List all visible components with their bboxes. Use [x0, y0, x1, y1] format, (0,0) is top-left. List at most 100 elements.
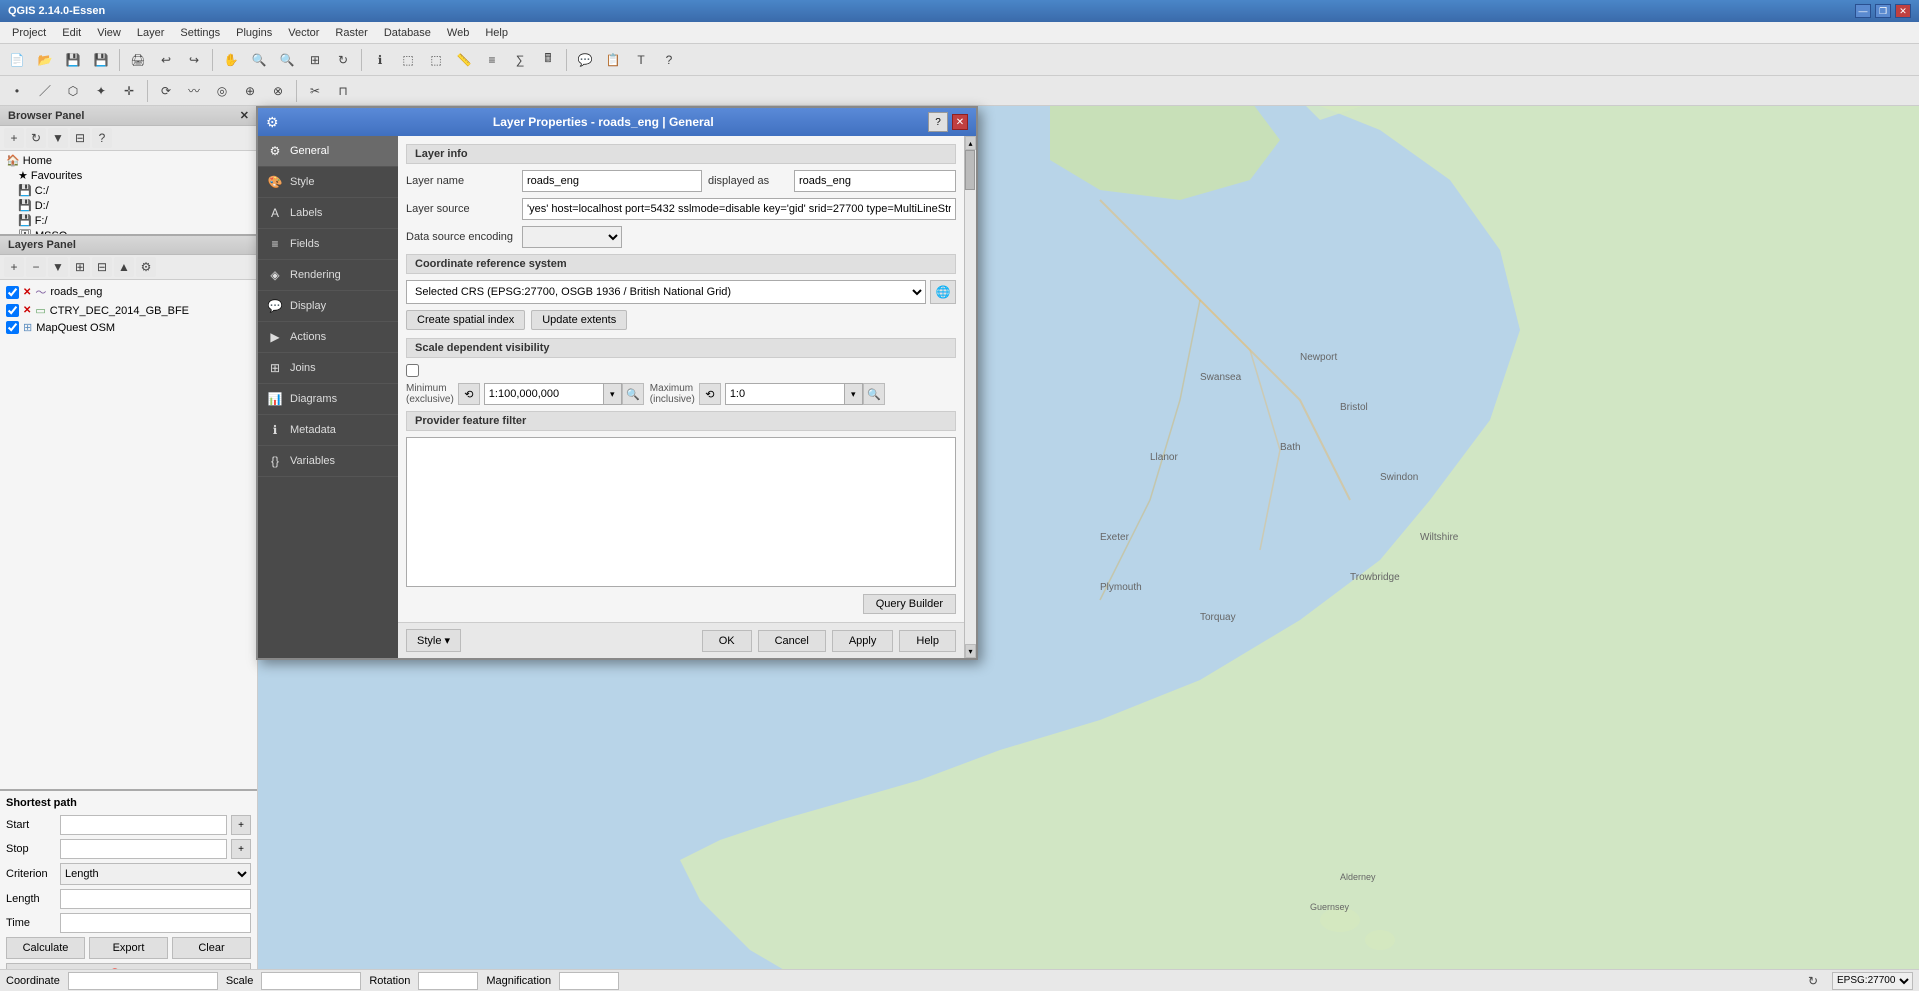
- clear-button[interactable]: Clear: [172, 937, 251, 959]
- rotation-input[interactable]: [418, 972, 478, 990]
- undo-button[interactable]: ↩: [153, 47, 179, 73]
- sidebar-general-item[interactable]: ⚙ General: [258, 136, 398, 167]
- magnification-input[interactable]: [559, 972, 619, 990]
- browser-d-drive-item[interactable]: 💾 D:/: [2, 198, 255, 213]
- provider-filter-textarea[interactable]: [406, 437, 956, 587]
- stop-point-button[interactable]: +: [231, 839, 251, 859]
- browser-help-button[interactable]: ?: [92, 128, 112, 148]
- dialog-close-button[interactable]: ✕: [952, 114, 968, 130]
- browser-mssql-item[interactable]: 🗄 MSSQ...: [2, 228, 255, 234]
- save-as-button[interactable]: 💾: [88, 47, 114, 73]
- browser-add-button[interactable]: +: [4, 128, 24, 148]
- statistics-button[interactable]: ∑: [507, 47, 533, 73]
- layer-mapquest-checkbox[interactable]: [6, 321, 19, 334]
- menu-project[interactable]: Project: [4, 25, 54, 41]
- calculator-button[interactable]: 🖩: [535, 47, 561, 73]
- layers-up-button[interactable]: ▲: [114, 257, 134, 277]
- browser-c-drive-item[interactable]: 💾 C:/: [2, 183, 255, 198]
- draw-point-button[interactable]: •: [4, 78, 30, 104]
- layers-expand-button[interactable]: ⊞: [70, 257, 90, 277]
- close-button[interactable]: ✕: [1895, 4, 1911, 18]
- layer-ctry-checkbox[interactable]: [6, 304, 19, 317]
- dialog-help-icon-button[interactable]: ?: [928, 112, 948, 132]
- message-button[interactable]: 💬: [572, 47, 598, 73]
- open-project-button[interactable]: 📂: [32, 47, 58, 73]
- zoom-extent-button[interactable]: ⊞: [302, 47, 328, 73]
- menu-plugins[interactable]: Plugins: [228, 25, 280, 41]
- minimum-scale-dropdown[interactable]: ▾: [604, 383, 622, 405]
- style-button[interactable]: Style ▾: [406, 629, 461, 652]
- crs-select-button[interactable]: 🌐: [930, 280, 956, 304]
- annotation-button[interactable]: T: [628, 47, 654, 73]
- apply-button[interactable]: Apply: [832, 630, 894, 652]
- add-ring-button[interactable]: ◎: [209, 78, 235, 104]
- help-button[interactable]: ?: [656, 47, 682, 73]
- export-button[interactable]: Export: [89, 937, 168, 959]
- layer-name-input[interactable]: [522, 170, 702, 192]
- layer-source-input[interactable]: [522, 198, 956, 220]
- sidebar-labels-item[interactable]: A Labels: [258, 198, 398, 229]
- create-spatial-index-button[interactable]: Create spatial index: [406, 310, 525, 330]
- print-button[interactable]: 🖨: [125, 47, 151, 73]
- sidebar-variables-item[interactable]: {} Variables: [258, 446, 398, 477]
- criterion-select[interactable]: Length: [60, 863, 251, 885]
- draw-polygon-button[interactable]: ⬡: [60, 78, 86, 104]
- calculate-button[interactable]: Calculate: [6, 937, 85, 959]
- browser-close-icon[interactable]: ✕: [240, 109, 249, 122]
- start-input[interactable]: [60, 815, 227, 835]
- pan-button[interactable]: ✋: [218, 47, 244, 73]
- delete-part-button[interactable]: ✂: [302, 78, 328, 104]
- update-extents-button[interactable]: Update extents: [531, 310, 627, 330]
- minimize-button[interactable]: —: [1855, 4, 1871, 18]
- time-input[interactable]: [60, 913, 251, 933]
- maximum-scale-zoom-button[interactable]: 🔍: [863, 383, 885, 405]
- menu-database[interactable]: Database: [376, 25, 439, 41]
- restore-button[interactable]: ❐: [1875, 4, 1891, 18]
- browser-f-drive-item[interactable]: 💾 F:/: [2, 213, 255, 228]
- layers-add-button[interactable]: +: [4, 257, 24, 277]
- menu-vector[interactable]: Vector: [280, 25, 327, 41]
- dialog-scrollbar[interactable]: ▴ ▾: [964, 136, 976, 658]
- layer-roads-eng-checkbox[interactable]: [6, 286, 19, 299]
- minimum-scale-zoom-button[interactable]: 🔍: [622, 383, 644, 405]
- menu-layer[interactable]: Layer: [129, 25, 173, 41]
- cancel-button[interactable]: Cancel: [758, 630, 826, 652]
- status-crs-select[interactable]: EPSG:27700: [1832, 972, 1913, 990]
- minimum-scale-input[interactable]: [484, 383, 604, 405]
- log-button[interactable]: 📋: [600, 47, 626, 73]
- browser-refresh-button[interactable]: ↻: [26, 128, 46, 148]
- save-project-button[interactable]: 💾: [60, 47, 86, 73]
- scroll-down-button[interactable]: ▾: [965, 644, 976, 658]
- new-project-button[interactable]: 📄: [4, 47, 30, 73]
- simplify-button[interactable]: 〰: [181, 78, 207, 104]
- maximum-scale-input[interactable]: [725, 383, 845, 405]
- zoom-in-button[interactable]: 🔍: [246, 47, 272, 73]
- menu-help[interactable]: Help: [477, 25, 516, 41]
- layers-settings-button[interactable]: ⚙: [136, 257, 156, 277]
- move-feature-button[interactable]: ✛: [116, 78, 142, 104]
- coordinate-input[interactable]: [68, 972, 218, 990]
- maximum-scale-dropdown[interactable]: ▾: [845, 383, 863, 405]
- sidebar-metadata-item[interactable]: ℹ Metadata: [258, 415, 398, 446]
- scale-visibility-checkbox[interactable]: [406, 364, 419, 377]
- browser-collapse-button[interactable]: ⊟: [70, 128, 90, 148]
- scroll-thumb[interactable]: [965, 150, 975, 190]
- attribute-table-button[interactable]: ≡: [479, 47, 505, 73]
- menu-settings[interactable]: Settings: [172, 25, 228, 41]
- refresh-button[interactable]: ↻: [330, 47, 356, 73]
- menu-raster[interactable]: Raster: [327, 25, 375, 41]
- layer-ctry[interactable]: ✕ ▭ CTRY_DEC_2014_GB_BFE: [2, 302, 255, 319]
- query-builder-button[interactable]: Query Builder: [863, 594, 956, 614]
- rotate-button[interactable]: ⟳: [153, 78, 179, 104]
- add-part-button[interactable]: ⊕: [237, 78, 263, 104]
- menu-web[interactable]: Web: [439, 25, 477, 41]
- start-point-button[interactable]: +: [231, 815, 251, 835]
- edit-vertex-button[interactable]: ✦: [88, 78, 114, 104]
- layers-filter-button[interactable]: ▼: [48, 257, 68, 277]
- menu-view[interactable]: View: [89, 25, 129, 41]
- length-input[interactable]: [60, 889, 251, 909]
- ok-button[interactable]: OK: [702, 630, 752, 652]
- sidebar-rendering-item[interactable]: ◈ Rendering: [258, 260, 398, 291]
- sidebar-display-item[interactable]: 💬 Display: [258, 291, 398, 322]
- browser-filter-button[interactable]: ▼: [48, 128, 68, 148]
